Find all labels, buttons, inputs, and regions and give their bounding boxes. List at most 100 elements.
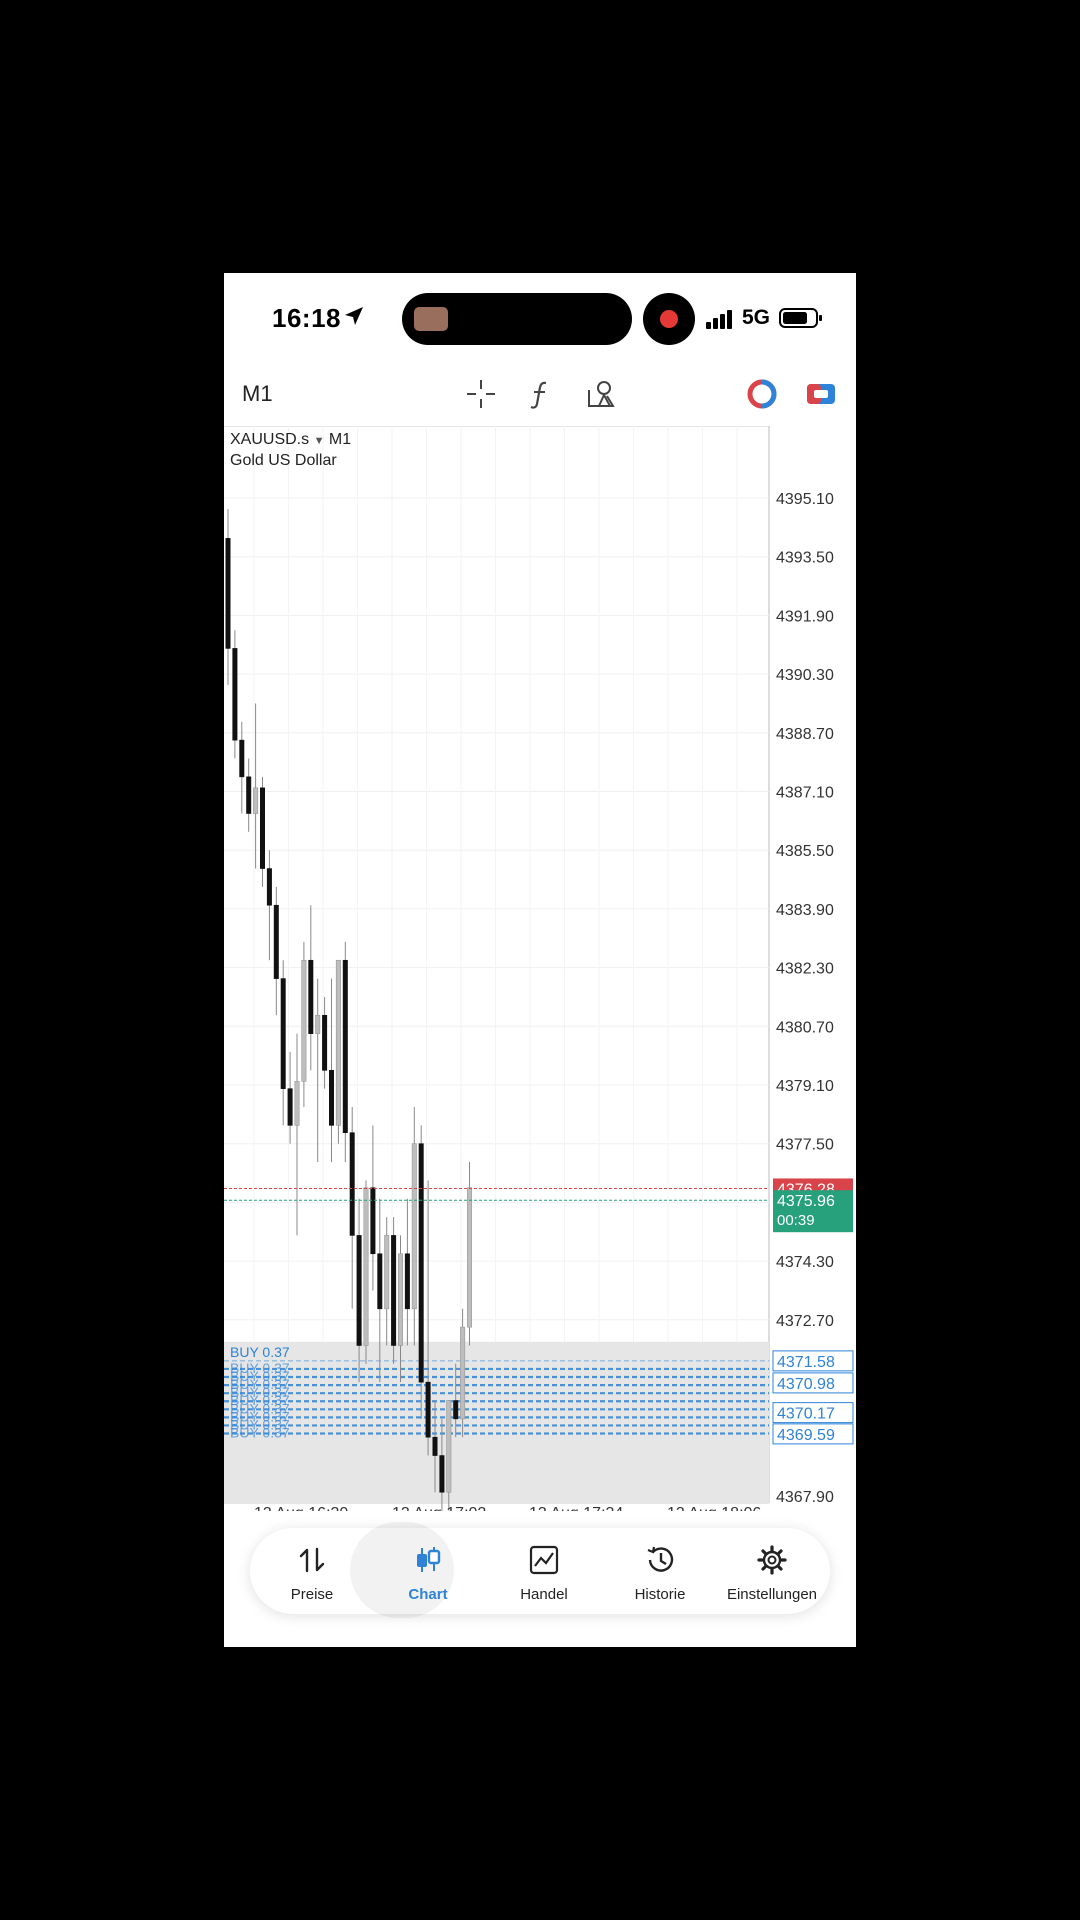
objects-icon[interactable] [584, 377, 618, 411]
candle-body [287, 1088, 293, 1126]
crosshair-icon[interactable] [464, 377, 498, 411]
candle-body [232, 648, 238, 741]
candle-body [377, 1253, 383, 1310]
order-label[interactable]: BUY 0.37 [230, 1425, 290, 1441]
tab-label: Einstellungen [726, 1586, 818, 1603]
dropdown-caret-icon: ▼ [313, 435, 325, 447]
candle-body [418, 1143, 424, 1383]
status-time: 16:18 [272, 303, 341, 333]
x-tick-label: 13 Aug 17:02 [392, 1505, 486, 1511]
candle-body [349, 1132, 355, 1236]
x-tick-label: 13 Aug 17:34 [529, 1505, 623, 1511]
order-label[interactable]: BUY 0.37 [230, 1344, 290, 1360]
y-tick-label: 4374.30 [776, 1254, 834, 1271]
bottom-tab-bar: Preise Chart Handel Historie Einstellung… [250, 1522, 830, 1618]
position-zone [224, 1341, 769, 1504]
tab-einstellungen[interactable]: Einstellungen [714, 1528, 830, 1614]
y-tick-label: 4393.50 [776, 550, 834, 567]
candle-body [398, 1253, 404, 1346]
candle-body [259, 787, 265, 869]
candle-body [370, 1187, 376, 1255]
candle-body [439, 1455, 445, 1493]
dynamic-island[interactable] [402, 293, 632, 345]
y-tick-label: 4377.50 [776, 1137, 834, 1154]
battery-icon [779, 308, 822, 328]
candle-body [356, 1235, 362, 1346]
tab-handel[interactable]: Handel [486, 1528, 602, 1614]
candle-body [294, 1081, 300, 1126]
network-type: 5G [742, 306, 771, 329]
candle-body [329, 1070, 335, 1126]
candle-body [391, 1235, 397, 1346]
timeframe-selector[interactable]: M1 [242, 381, 273, 407]
record-dot-icon [660, 310, 678, 328]
y-tick-label: 4385.50 [776, 843, 834, 860]
y-tick-label: 4367.90 [776, 1489, 834, 1506]
candle-body [432, 1436, 438, 1456]
bid-price-label: 4375.96 [777, 1193, 835, 1210]
y-tick-label: 4379.10 [776, 1078, 834, 1095]
tab-chart[interactable]: Chart [370, 1528, 486, 1614]
tab-historie[interactable]: Historie [602, 1528, 718, 1614]
order-price-label[interactable]: 4371.58 [777, 1354, 835, 1371]
symbol-header[interactable]: XAUUSD.s ▼ M1 [230, 431, 351, 449]
y-tick-label: 4372.70 [776, 1313, 834, 1330]
candle-body [335, 959, 341, 1126]
recording-indicator[interactable] [643, 293, 695, 345]
order-price-label[interactable]: 4370.17 [777, 1406, 835, 1423]
tab-label: Chart [408, 1586, 448, 1603]
tab-preise[interactable]: Preise [254, 1528, 370, 1614]
candle-body [225, 538, 231, 649]
new-order-icon[interactable] [804, 377, 838, 411]
candles-icon [417, 1547, 441, 1572]
trade-chart-icon [529, 1545, 559, 1575]
candle-body [246, 776, 252, 814]
candle-body [446, 1400, 452, 1493]
candle-body [404, 1253, 410, 1310]
countdown-label: 00:39 [777, 1212, 815, 1229]
candle-body [411, 1143, 417, 1310]
candle-body [266, 868, 272, 906]
candle-body [467, 1187, 473, 1328]
candle-body [280, 978, 286, 1089]
one-click-trading-icon[interactable] [745, 377, 779, 411]
tab-label: Handel [520, 1586, 568, 1603]
candle-body [342, 959, 348, 1133]
candle-body [273, 904, 279, 979]
tab-label: Preise [290, 1586, 334, 1603]
gear-icon [757, 1545, 787, 1575]
y-tick-label: 4388.70 [776, 726, 834, 743]
symbol-name: XAUUSD.s [230, 431, 310, 448]
phone-screen: 16:18 5G M1 BUY 0.37 BUY 0.37 BUY 0.37 B… [224, 273, 856, 1647]
y-tick-label: 4383.90 [776, 902, 834, 919]
y-tick-label: 4395.10 [776, 491, 834, 508]
y-tick-label: 4380.70 [776, 1019, 834, 1036]
candle-body [460, 1326, 466, 1420]
history-icon [647, 1546, 674, 1572]
candle-body [453, 1400, 459, 1420]
arrows-icon [299, 1547, 325, 1573]
price-chart[interactable]: BUY 0.37BUY 0.37BUY 0.37BUY 0.37BUY 0.37… [224, 426, 856, 1511]
y-tick-label: 4382.30 [776, 961, 834, 978]
candle-body [301, 959, 307, 1082]
candle-body [315, 1014, 321, 1034]
candle-body [322, 1014, 328, 1071]
candle-body [239, 739, 245, 778]
candle-body [384, 1235, 390, 1310]
candle-body [425, 1381, 431, 1438]
symbol-timeframe: M1 [328, 431, 352, 448]
symbol-description: Gold US Dollar [230, 452, 337, 469]
x-tick-label: 13 Aug 16:30 [254, 1505, 348, 1511]
app-thumbnail-icon [414, 307, 448, 331]
signal-bars-icon [706, 310, 732, 329]
candle-body [363, 1187, 369, 1346]
x-tick-label: 13 Aug 18:06 [667, 1505, 761, 1511]
y-tick-label: 4390.30 [776, 667, 834, 684]
indicators-icon[interactable] [524, 377, 558, 411]
y-tick-label: 4391.90 [776, 608, 834, 625]
candle-body [253, 787, 259, 814]
order-price-label[interactable]: 4369.59 [777, 1427, 835, 1444]
tab-label: Historie [634, 1586, 686, 1603]
location-arrow-icon [345, 307, 363, 325]
order-price-label[interactable]: 4370.98 [777, 1376, 835, 1393]
